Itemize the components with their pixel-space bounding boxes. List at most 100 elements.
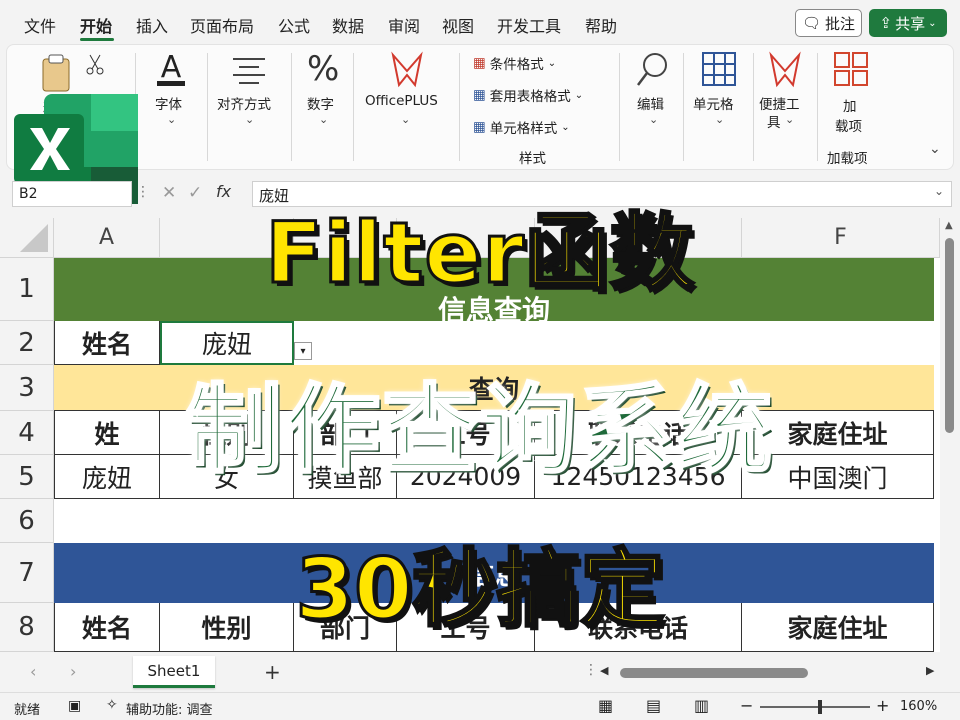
name-box[interactable]: B2 — [12, 181, 132, 207]
result-cell-phone[interactable]: 12450123456 — [535, 455, 742, 499]
header-cell-name[interactable]: 姓 — [54, 411, 160, 455]
macro-record-icon[interactable]: ▣ — [68, 698, 81, 714]
cells-group[interactable]: 单元格 ⌄ — [687, 45, 751, 163]
result-cell-id[interactable]: 2024009 — [397, 455, 535, 499]
zoom-slider[interactable] — [760, 700, 870, 714]
table-header-name[interactable]: 姓名 — [54, 603, 160, 652]
table-header-address[interactable]: 家庭住址 — [742, 603, 934, 652]
result-cell-gender[interactable]: 女 — [160, 455, 294, 499]
header-cell-gender[interactable]: 性别 — [160, 411, 294, 455]
comment-button[interactable]: 🗨 批注 — [795, 9, 862, 37]
header-cell-dept[interactable]: 部门 — [294, 411, 397, 455]
table-header-id[interactable]: 工号 — [397, 603, 535, 652]
query-band[interactable]: 查询 — [54, 365, 934, 411]
dropdown-arrow-icon[interactable]: ▾ — [294, 342, 312, 360]
paste-icon[interactable] — [37, 53, 77, 97]
row-header-5[interactable]: 5 — [0, 455, 54, 499]
accessibility-icon[interactable]: ✧ — [106, 697, 118, 713]
next-sheet-icon[interactable]: › — [70, 662, 76, 681]
number-group[interactable]: % 数字 ⌄ — [295, 45, 351, 163]
title-band-info[interactable]: 信息查询 — [54, 258, 934, 321]
column-header-a[interactable]: A — [54, 218, 160, 258]
column-header-d[interactable] — [397, 218, 535, 258]
formula-input[interactable]: 庞妞 — [252, 181, 952, 207]
officeplus-group[interactable]: OfficePLUS ⌄ — [359, 45, 455, 163]
confirm-icon[interactable]: ✓ — [188, 183, 202, 203]
page-break-view-icon[interactable]: ▥ — [694, 696, 709, 715]
cell-b2-selected[interactable]: 庞妞 — [160, 321, 294, 365]
cancel-icon[interactable]: ✕ — [162, 183, 176, 203]
table-header-phone[interactable]: 联系电话 — [535, 603, 742, 652]
column-header-c[interactable] — [294, 218, 397, 258]
menu-data[interactable]: 数据 — [332, 13, 364, 37]
zoom-in-icon[interactable]: + — [876, 696, 889, 715]
table-header-dept[interactable]: 部门 — [294, 603, 397, 652]
prev-sheet-icon[interactable]: ‹ — [30, 662, 36, 681]
quick-tools-icon — [769, 51, 801, 88]
horizontal-scroll-thumb[interactable] — [620, 668, 808, 678]
row-header-1[interactable]: 1 — [0, 258, 54, 321]
row-header-3[interactable]: 3 — [0, 365, 54, 411]
column-header-b[interactable] — [160, 218, 294, 258]
edit-group[interactable]: 编辑 ⌄ — [625, 45, 681, 163]
table-format-button[interactable]: ▦ 套用表格格式 ⌄ — [473, 85, 583, 105]
vertical-scrollbar[interactable]: ▲ — [940, 218, 960, 652]
row-header-8[interactable]: 8 — [0, 603, 54, 652]
scroll-right-icon[interactable]: ▶ — [926, 664, 934, 677]
result-cell-dept[interactable]: 摸鱼部 — [294, 455, 397, 499]
menu-insert[interactable]: 插入 — [136, 13, 168, 37]
more-options-icon[interactable]: ⋮ — [584, 662, 598, 678]
more-options-icon[interactable]: ⋮ — [136, 184, 150, 200]
addin-group[interactable]: 加 载项 — [823, 45, 879, 163]
scroll-left-icon[interactable]: ◀ — [600, 664, 608, 677]
header-cell-phone[interactable]: 联系电话 — [535, 411, 742, 455]
font-icon: A — [157, 50, 185, 86]
font-group[interactable]: A 字体 ⌄ — [143, 45, 203, 163]
result-cell-name[interactable]: 庞妞 — [54, 455, 160, 499]
sheet-tab-sheet1[interactable]: Sheet1 — [133, 656, 215, 688]
menu-home[interactable]: 开始 — [80, 13, 112, 37]
row-header-4[interactable]: 4 — [0, 411, 54, 455]
header-cell-id[interactable]: 工号 — [397, 411, 535, 455]
quick-tools-group[interactable]: 便捷工 具 ⌄ — [757, 45, 813, 163]
accessibility-status[interactable]: 辅助功能: 调查 — [126, 699, 213, 718]
scroll-up-icon[interactable]: ▲ — [945, 220, 953, 231]
vertical-scroll-thumb[interactable] — [945, 238, 954, 433]
share-button[interactable]: ⇪ 共享 ⌄ — [869, 9, 947, 37]
cell-style-button[interactable]: ▦ 单元格样式 ⌄ — [473, 117, 570, 137]
menu-help[interactable]: 帮助 — [585, 13, 617, 37]
column-header-e[interactable] — [535, 218, 742, 258]
normal-view-icon[interactable]: ▦ — [598, 696, 613, 715]
table-header-gender[interactable]: 性别 — [160, 603, 294, 652]
add-sheet-button[interactable]: + — [264, 660, 281, 684]
header-cell-address[interactable]: 家庭住址 — [742, 411, 934, 455]
result-cell-address[interactable]: 中国澳门 — [742, 455, 934, 499]
row-header-6[interactable]: 6 — [0, 499, 54, 543]
chevron-down-icon[interactable]: ⌄ — [934, 184, 944, 198]
cell-a2[interactable]: 姓名 — [54, 321, 160, 365]
horizontal-scrollbar[interactable]: ◀ ▶ — [600, 664, 940, 682]
zoom-level[interactable]: 160% — [900, 699, 937, 714]
ribbon-collapse-icon[interactable]: ⌄ — [929, 141, 941, 157]
align-label: 对齐方式 — [217, 97, 271, 113]
officeplus-icon — [391, 51, 423, 88]
menu-formulas[interactable]: 公式 — [278, 13, 310, 37]
select-all-corner[interactable] — [0, 218, 54, 258]
menu-review[interactable]: 审阅 — [388, 13, 420, 37]
row-header-2[interactable]: 2 — [0, 321, 54, 365]
fx-icon[interactable]: fx — [216, 182, 231, 201]
align-group[interactable]: 对齐方式 ⌄ — [211, 45, 287, 163]
zoom-out-icon[interactable]: − — [740, 696, 753, 715]
column-header-f[interactable]: F — [742, 218, 940, 258]
menu-file[interactable]: 文件 — [24, 13, 56, 37]
conditional-format-button[interactable]: ▦ 条件格式 ⌄ — [473, 53, 556, 73]
menu-developer[interactable]: 开发工具 — [497, 13, 561, 37]
font-label: 字体 — [155, 97, 182, 113]
scissors-icon[interactable] — [85, 53, 105, 77]
row-header-7[interactable]: 7 — [0, 543, 54, 603]
info-band[interactable]: 信息 — [54, 543, 934, 603]
zoom-slider-handle[interactable] — [818, 700, 822, 714]
menu-page-layout[interactable]: 页面布局 — [190, 13, 254, 37]
menu-view[interactable]: 视图 — [442, 13, 474, 37]
page-layout-view-icon[interactable]: ▤ — [646, 696, 661, 715]
